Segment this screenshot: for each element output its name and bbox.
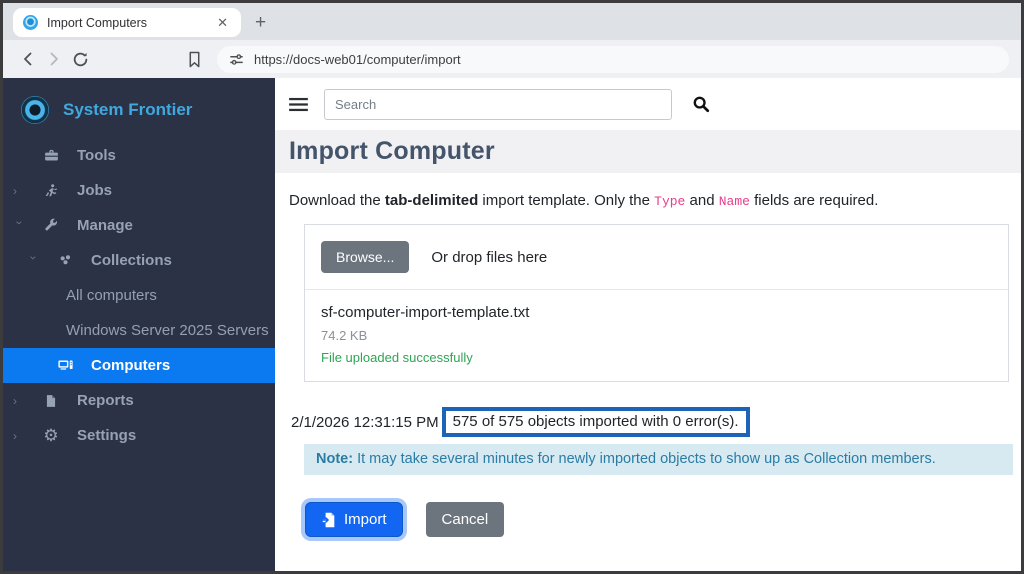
sidebar-item-collections[interactable]: › Collections — [3, 243, 275, 278]
bookmark-icon[interactable] — [181, 46, 207, 72]
status-timestamp: 2/1/2026 12:31:15 PM — [291, 414, 439, 431]
chevron-right-icon: › — [13, 429, 28, 443]
toolbox-icon — [40, 147, 62, 164]
browser-toolbar: https://docs-web01/computer/import — [3, 40, 1021, 78]
chevron-right-icon: › — [13, 184, 28, 198]
file-dropzone[interactable]: Browse... Or drop files here — [305, 225, 1008, 290]
import-button-label: Import — [344, 511, 387, 528]
browser-window: Import Computers ✕ + https://docs-web01/… — [0, 0, 1024, 574]
search-icon[interactable] — [692, 95, 710, 113]
page-title: Import Computer — [289, 137, 495, 166]
sidebar-item-reports[interactable]: › Reports — [3, 383, 275, 418]
reload-icon[interactable] — [67, 46, 93, 72]
back-icon[interactable] — [15, 46, 41, 72]
url-text: https://docs-web01/computer/import — [254, 52, 461, 67]
gear-icon: ⚙ — [40, 427, 62, 444]
note-text: It may take several minutes for newly im… — [353, 451, 936, 467]
import-result-message: 575 of 575 objects imported with 0 error… — [442, 407, 750, 437]
site-settings-icon[interactable] — [229, 52, 244, 67]
uploaded-file-item: sf-computer-import-template.txt 74.2 KB … — [305, 290, 1008, 381]
file-upload-box: Browse... Or drop files here sf-computer… — [304, 224, 1009, 382]
chevron-right-icon: › — [13, 394, 28, 408]
browse-button[interactable]: Browse... — [321, 241, 409, 273]
import-button[interactable]: Import — [305, 502, 403, 537]
sidebar: System Frontier Tools › Jobs › — [3, 78, 275, 571]
browser-tab[interactable]: Import Computers ✕ — [13, 8, 241, 37]
file-import-icon — [321, 512, 336, 528]
file-upload-status: File uploaded successfully — [321, 350, 992, 365]
computers-icon — [54, 357, 76, 374]
sidebar-item-windows-server-2025-servers[interactable]: Windows Server 2025 Servers — [3, 313, 275, 348]
wrench-icon — [40, 218, 62, 234]
new-tab-button[interactable]: + — [255, 13, 266, 32]
sidebar-item-tools[interactable]: Tools — [3, 138, 275, 173]
file-name: sf-computer-import-template.txt — [321, 304, 992, 321]
chevron-down-icon: › — [13, 220, 27, 235]
sidebar-item-manage[interactable]: › Manage — [3, 208, 275, 243]
intro-text: Download the tab-delimited import templa… — [289, 192, 1013, 209]
sidebar-item-all-computers[interactable]: All computers — [3, 278, 275, 313]
file-size: 74.2 KB — [321, 328, 992, 343]
form-actions: Import Cancel — [305, 502, 1013, 537]
import-status-line: 2/1/2026 12:31:15 PM 575 of 575 objects … — [291, 407, 1013, 437]
hamburger-menu-icon[interactable] — [289, 97, 308, 112]
tab-close-icon[interactable]: ✕ — [214, 15, 231, 31]
note-label: Note: — [316, 451, 353, 467]
site-favicon — [23, 15, 38, 30]
address-bar[interactable]: https://docs-web01/computer/import — [217, 46, 1009, 73]
browser-tab-bar: Import Computers ✕ + — [3, 3, 1021, 40]
system-frontier-logo-icon — [21, 96, 49, 124]
cancel-button[interactable]: Cancel — [426, 502, 505, 537]
running-person-icon — [40, 183, 62, 199]
drop-files-text: Or drop files here — [431, 249, 547, 266]
code-name: Name — [719, 194, 750, 209]
sidebar-item-jobs[interactable]: › Jobs — [3, 173, 275, 208]
code-type: Type — [654, 194, 685, 209]
report-document-icon — [40, 393, 62, 409]
main-content: Import Computer Download the tab-delimit… — [275, 78, 1021, 571]
sidebar-item-computers[interactable]: Computers — [3, 348, 275, 383]
tab-title: Import Computers — [47, 16, 214, 30]
import-form: Download the tab-delimited import templa… — [275, 173, 1021, 537]
note-banner: Note: It may take several minutes for ne… — [304, 444, 1013, 475]
forward-icon[interactable] — [41, 46, 67, 72]
search-input[interactable] — [324, 89, 672, 120]
brand[interactable]: System Frontier — [3, 90, 275, 138]
app-top-bar — [275, 78, 1021, 130]
sidebar-item-settings[interactable]: › ⚙ Settings — [3, 418, 275, 453]
chevron-down-icon: › — [27, 255, 41, 270]
brand-name: System Frontier — [63, 100, 192, 120]
page-title-band: Import Computer — [275, 130, 1021, 173]
collections-icon — [54, 252, 76, 269]
